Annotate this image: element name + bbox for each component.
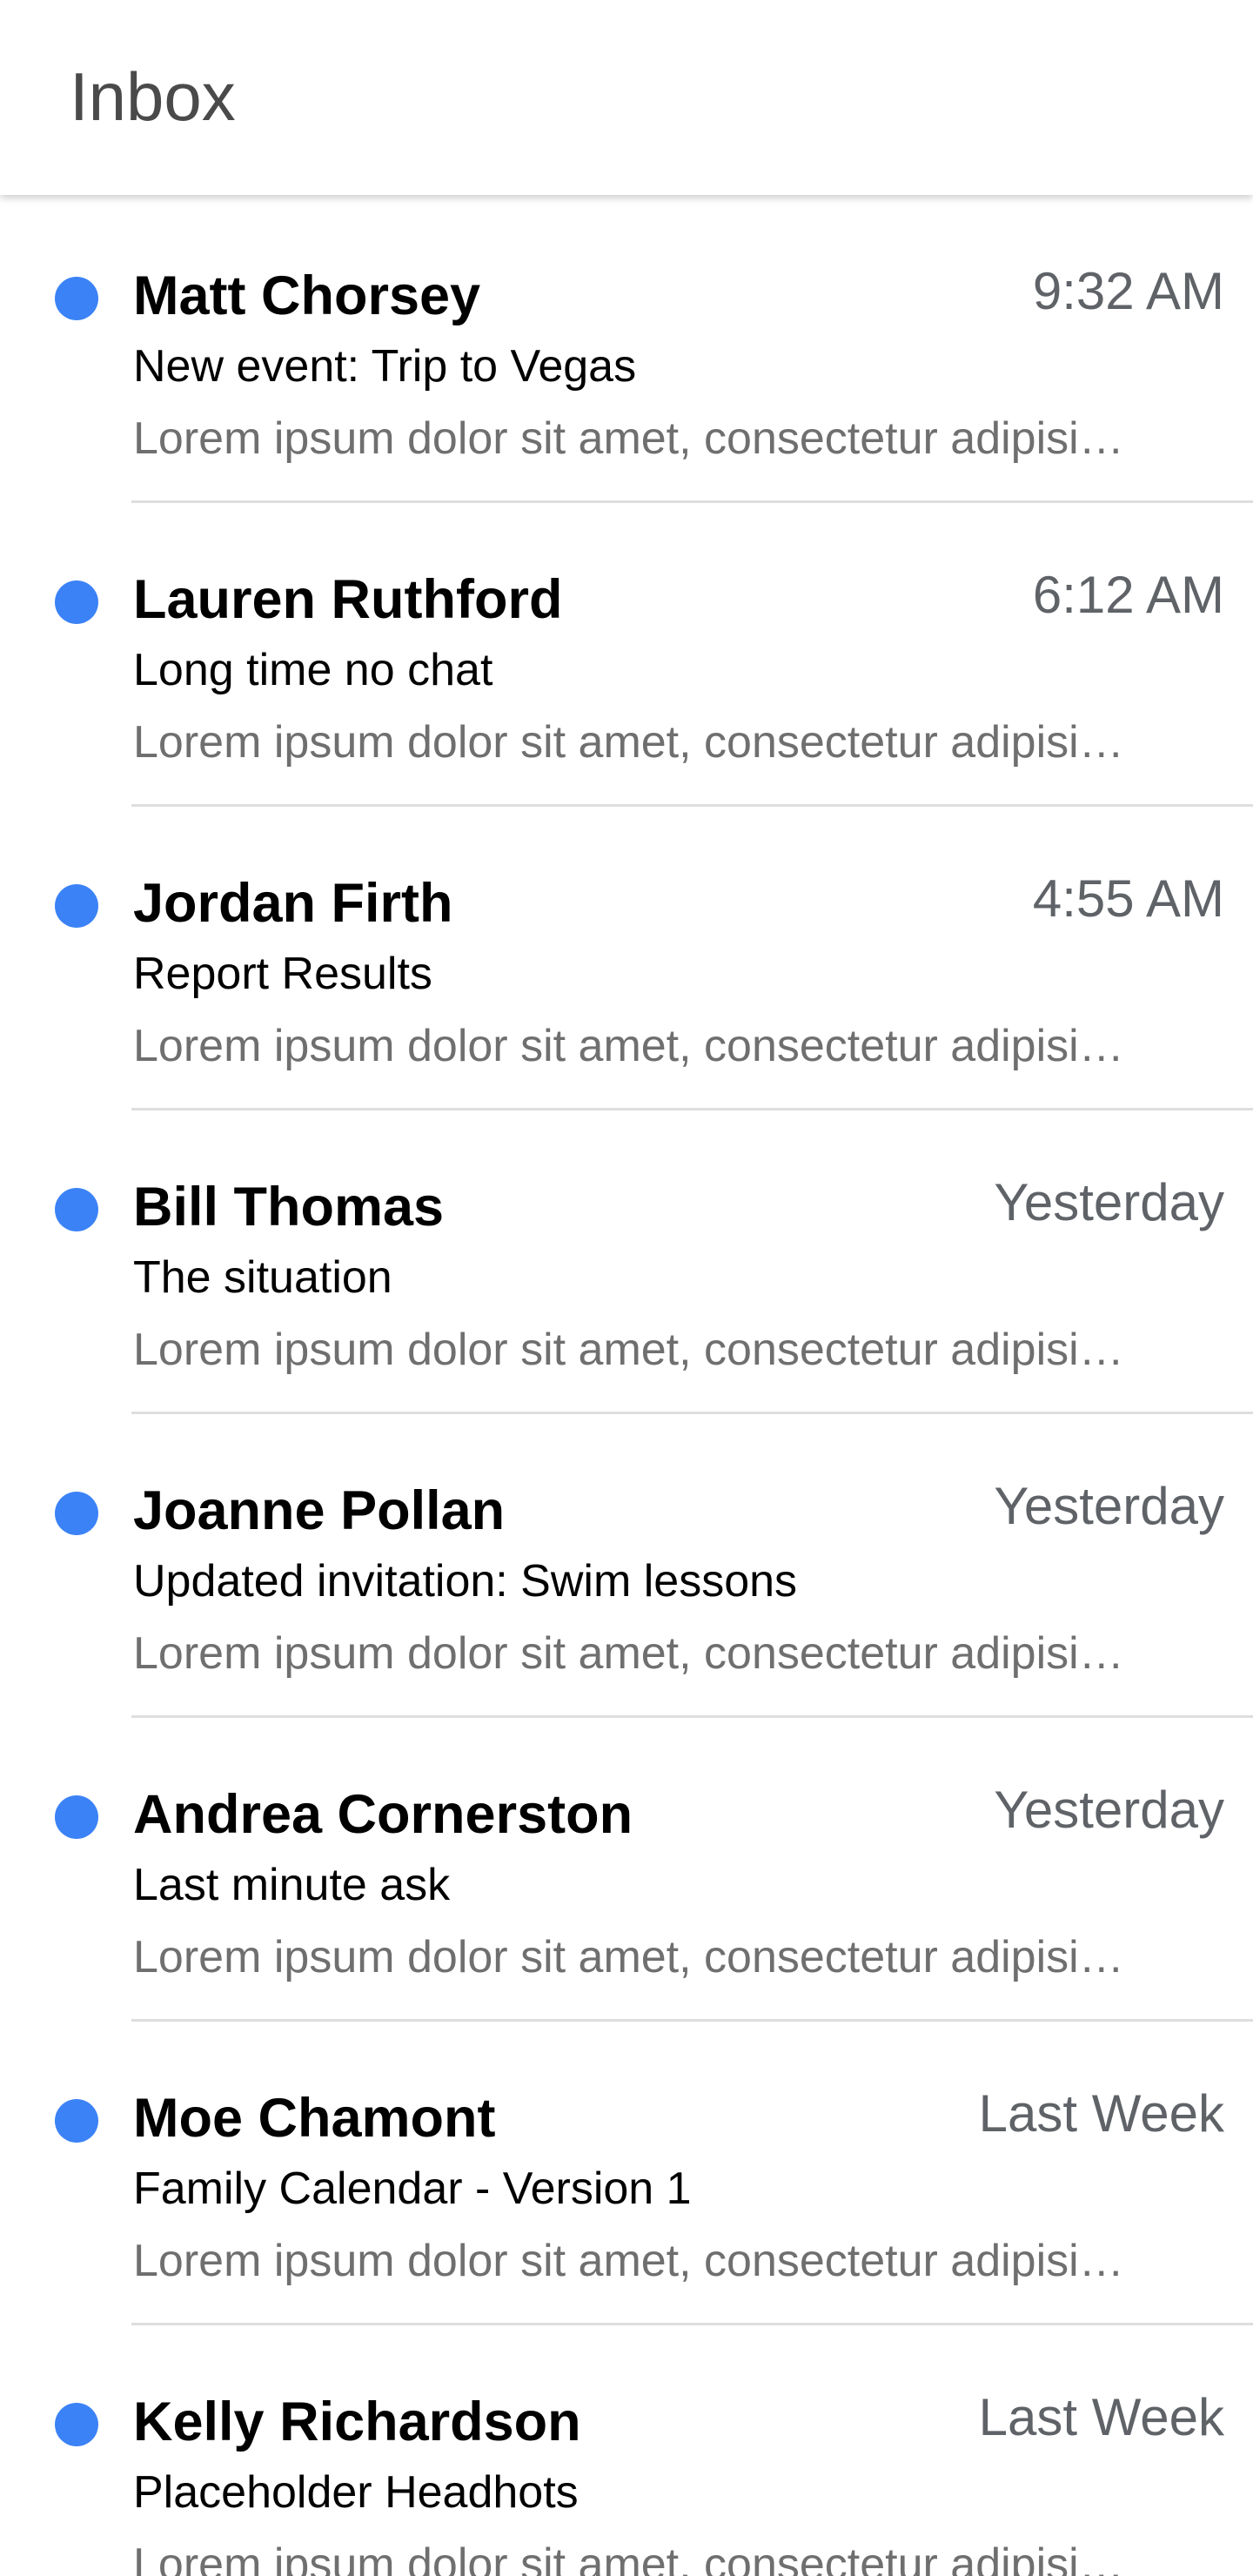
message-subject: New event: Trip to Vegas: [133, 341, 637, 392]
unread-dot-icon: [55, 277, 98, 320]
unread-dot-icon: [55, 1492, 98, 1535]
message-row[interactable]: Lauren Ruthford 6:12 AM Long time no cha…: [0, 502, 1253, 807]
message-row[interactable]: Kelly Richardson Last Week Placeholder H…: [0, 2324, 1253, 2576]
message-sender: Kelly Richardson: [133, 2392, 581, 2452]
message-preview: Lorem ipsum dolor sit amet, consectetur …: [133, 1021, 1124, 1071]
message-time: Yesterday: [994, 1781, 1224, 1839]
message-preview: Lorem ipsum dolor sit amet, consectetur …: [133, 717, 1124, 768]
message-sender: Jordan Firth: [133, 873, 453, 934]
message-subject: Placeholder Headhots: [133, 2467, 579, 2518]
message-sender: Andrea Cornerston: [133, 1784, 633, 1845]
message-sender: Moe Chamont: [133, 2088, 496, 2149]
message-subject: Long time no chat: [133, 645, 493, 695]
inbox-screen: Inbox Matt Chorsey 9:32 AM New event: Tr…: [0, 0, 1253, 2576]
message-row[interactable]: Jordan Firth 4:55 AM Report Results Lore…: [0, 806, 1253, 1110]
message-subject: Last minute ask: [133, 1860, 451, 1910]
message-time: Last Week: [978, 2084, 1224, 2143]
message-list[interactable]: Matt Chorsey 9:32 AM New event: Trip to …: [0, 198, 1253, 2576]
unread-dot-icon: [55, 2099, 98, 2143]
message-time: 9:32 AM: [1032, 262, 1224, 320]
message-subject: The situation: [133, 1252, 392, 1303]
message-time: 6:12 AM: [1032, 566, 1224, 624]
message-time: Last Week: [978, 2388, 1224, 2446]
message-sender: Lauren Ruthford: [133, 569, 563, 630]
app-bar: Inbox: [0, 0, 1253, 195]
message-row[interactable]: Joanne Pollan Yesterday Updated invitati…: [0, 1413, 1253, 1718]
message-preview: Lorem ipsum dolor sit amet, consectetur …: [133, 1325, 1124, 1375]
message-preview: Lorem ipsum dolor sit amet, consectetur …: [133, 2539, 1124, 2576]
message-subject: Report Results: [133, 949, 432, 999]
message-time: Yesterday: [994, 1173, 1224, 1231]
message-subject: Updated invitation: Swim lessons: [133, 1556, 798, 1607]
message-row[interactable]: Matt Chorsey 9:32 AM New event: Trip to …: [0, 198, 1253, 503]
unread-dot-icon: [55, 580, 98, 624]
message-time: Yesterday: [994, 1477, 1224, 1535]
unread-dot-icon: [55, 1188, 98, 1231]
message-subject: Family Calendar - Version 1: [133, 2163, 692, 2214]
unread-dot-icon: [55, 1795, 98, 1839]
message-sender: Matt Chorsey: [133, 265, 481, 326]
message-row[interactable]: Andrea Cornerston Yesterday Last minute …: [0, 1717, 1253, 2022]
unread-dot-icon: [55, 2403, 98, 2446]
message-sender: Bill Thomas: [133, 1177, 445, 1238]
message-sender: Joanne Pollan: [133, 1480, 506, 1541]
message-preview: Lorem ipsum dolor sit amet, consectetur …: [133, 413, 1124, 464]
message-row[interactable]: Moe Chamont Last Week Family Calendar - …: [0, 2021, 1253, 2325]
unread-dot-icon: [55, 884, 98, 928]
message-preview: Lorem ipsum dolor sit amet, consectetur …: [133, 1628, 1124, 1679]
page-title: Inbox: [70, 58, 236, 135]
message-preview: Lorem ipsum dolor sit amet, consectetur …: [133, 1932, 1124, 1982]
message-time: 4:55 AM: [1032, 869, 1224, 928]
message-row[interactable]: Bill Thomas Yesterday The situation Lore…: [0, 1110, 1253, 1414]
message-preview: Lorem ipsum dolor sit amet, consectetur …: [133, 2236, 1124, 2286]
